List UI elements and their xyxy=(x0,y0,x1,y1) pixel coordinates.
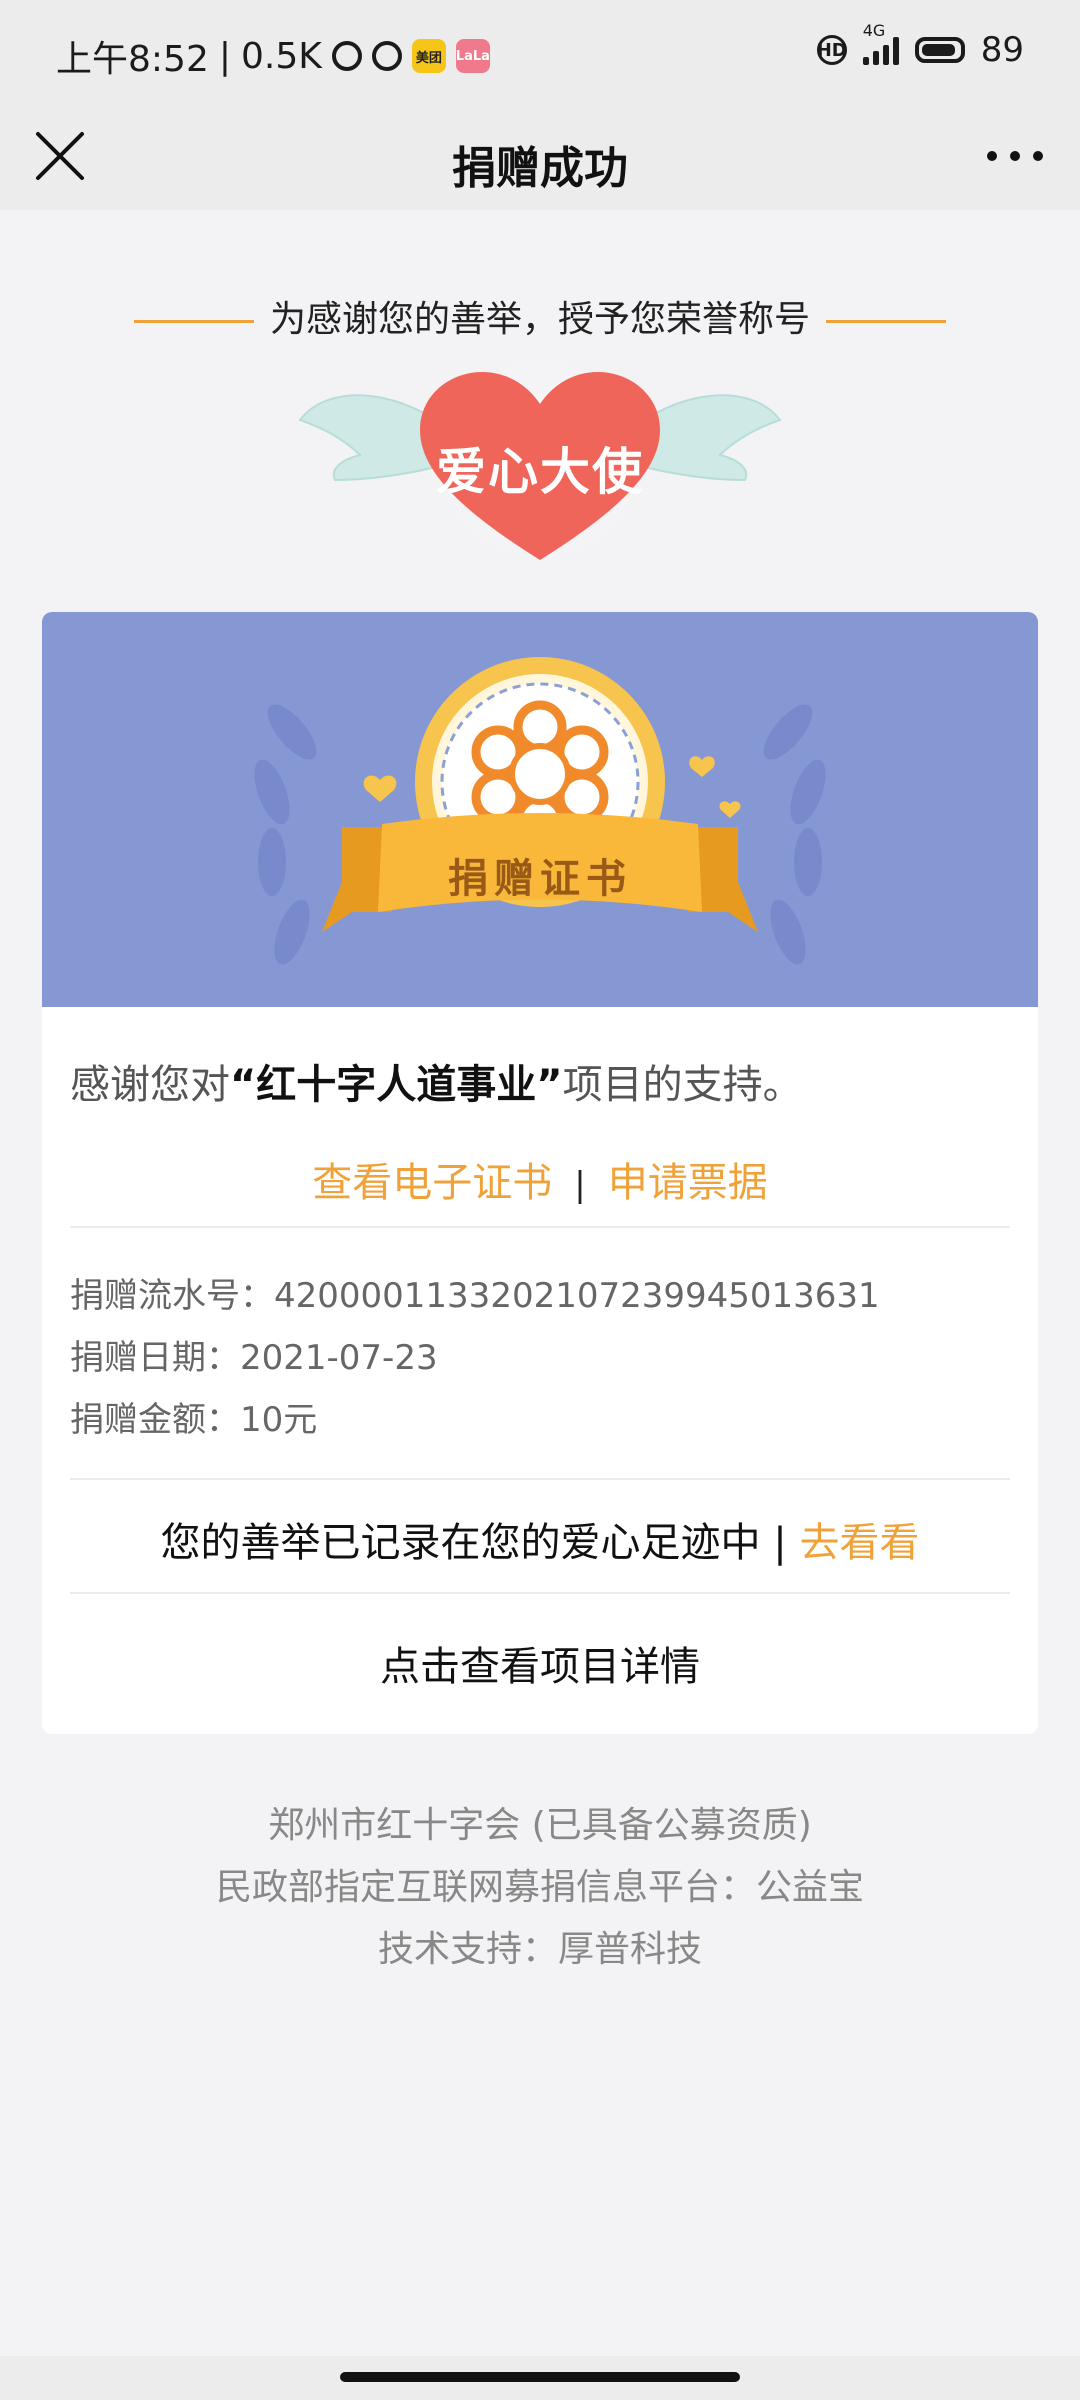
footer-organization: 郑州市红十字会 (已具备公募资质) xyxy=(268,1805,812,1846)
badge-title: 爱心大使 xyxy=(436,443,644,501)
signal-icon: 4G xyxy=(862,21,899,65)
status-time: 上午8:52 xyxy=(56,39,209,80)
view-footprint-link[interactable]: 去看看 xyxy=(799,1520,919,1566)
honor-badge: 爱心大使 xyxy=(290,340,790,580)
view-project-details-button[interactable]: 点击查看项目详情 xyxy=(42,1634,1038,1692)
serial-number: 捐赠流水号：4200001133202107239945013631 xyxy=(70,1276,880,1316)
more-options-icon[interactable] xyxy=(980,126,1050,186)
do-not-disturb-icon xyxy=(331,41,362,71)
certificate-ribbon-label: 捐赠证书 xyxy=(448,856,632,902)
footer-tech-support: 技术支持：厚普科技 xyxy=(377,1929,702,1970)
apply-receipt-link[interactable]: 申请票据 xyxy=(608,1160,768,1206)
certificate-banner: 捐赠证书 xyxy=(42,612,1038,1007)
decor-line-right xyxy=(826,319,946,323)
page-title: 捐赠成功 xyxy=(452,143,628,194)
hd-icon: HD xyxy=(816,35,847,65)
status-speed: 0.5K xyxy=(240,35,322,77)
battery-icon xyxy=(914,37,965,63)
donation-amount: 捐赠金额：10元 xyxy=(70,1400,318,1440)
donation-date: 捐赠日期：2021-07-23 xyxy=(70,1338,438,1378)
divider xyxy=(70,1592,1010,1594)
footprint-record: 您的善举已记录在您的爱心足迹中 | 去看看 xyxy=(160,1520,920,1566)
honor-title-line: 为感谢您的善举，授予您荣誉称号 xyxy=(0,290,1080,342)
home-indicator[interactable] xyxy=(340,2372,740,2382)
certificate-links: 查看电子证书 | 申请票据 xyxy=(312,1160,768,1206)
status-left: 上午8:52 | 0.5K 美团 LaLa xyxy=(56,30,490,82)
footer-platform: 民政部指定互联网募捐信息平台：公益宝 xyxy=(215,1867,864,1908)
divider xyxy=(70,1478,1010,1480)
alarm-icon xyxy=(371,41,402,71)
status-bar: 上午8:52 | 0.5K 美团 LaLa HD 4G 89 xyxy=(0,0,1080,104)
status-right: HD 4G 89 xyxy=(816,21,1024,70)
meituan-app-icon: 美团 xyxy=(411,39,446,73)
view-certificate-link[interactable]: 查看电子证书 xyxy=(312,1160,552,1206)
certificate-card: 捐赠证书 感谢您对“红十字人道事业”项目的支持。 查看电子证书 | 申请票据 捐赠流… xyxy=(42,612,1038,1734)
battery-level: 89 xyxy=(980,30,1024,70)
project-name: “红十字人道事业” xyxy=(230,1062,563,1108)
nav-bar: 捐赠成功 xyxy=(0,104,1080,210)
thanks-message: 感谢您对“红十字人道事业”项目的支持。 xyxy=(70,1062,803,1108)
certificate-emblem-icon xyxy=(254,657,826,965)
decor-line-left xyxy=(133,319,254,323)
divider xyxy=(70,1226,1010,1228)
lala-app-icon: LaLa xyxy=(456,39,490,73)
